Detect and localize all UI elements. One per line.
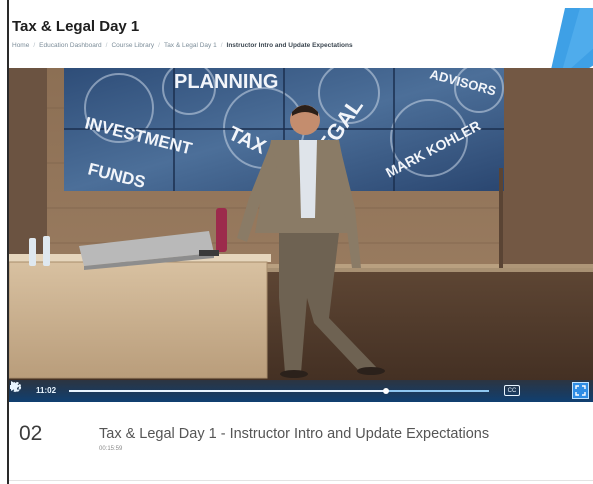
breadcrumb-separator: / <box>158 42 160 49</box>
video-player[interactable]: PLANNING INVESTMENT FUNDS TAX LEGAL MARK… <box>9 68 593 402</box>
gear-icon[interactable] <box>9 380 23 394</box>
breadcrumb-current: Instructor Intro and Update Expectations <box>226 42 353 49</box>
fullscreen-icon <box>575 385 586 396</box>
app-frame: Tax & Legal Day 1 Home / Education Dashboa… <box>0 0 593 484</box>
seek-bar[interactable] <box>69 388 489 394</box>
lesson-number: 02 <box>19 422 43 445</box>
lesson-duration: 00:15:59 <box>99 446 123 452</box>
breadcrumb-separator: / <box>105 42 108 49</box>
breadcrumb-course[interactable]: Tax & Legal Day 1 <box>164 42 217 49</box>
breadcrumb-separator: / <box>220 42 223 49</box>
captions-button[interactable]: CC <box>504 385 520 396</box>
breadcrumb: Home / Education Dashboard / Course Library /… <box>12 42 353 49</box>
seek-bar-progress <box>69 390 387 392</box>
divider <box>9 480 593 481</box>
lesson-info: 02 Tax & Legal Day 1 - Instructor Intro … <box>9 402 593 484</box>
page-title: Tax & Legal Day 1 <box>12 18 140 35</box>
seek-bar-handle[interactable] <box>383 388 390 394</box>
lesson-title: Tax & Legal Day 1 - Instructor Intro and… <box>99 426 490 442</box>
player-controls: 11:02 CC <box>9 380 593 402</box>
breadcrumb-education-dashboard[interactable]: Education Dashboard <box>39 42 102 49</box>
fullscreen-button[interactable] <box>572 382 589 399</box>
page-header: Tax & Legal Day 1 Home / Education Dashboa… <box>12 8 593 96</box>
breadcrumb-home[interactable]: Home <box>12 42 29 49</box>
screen-word-planning: PLANNING <box>174 71 278 93</box>
breadcrumb-separator: / <box>33 42 36 49</box>
playback-time: 11:02 <box>36 386 57 395</box>
breadcrumb-course-library[interactable]: Course Library <box>111 42 154 49</box>
video-frame: PLANNING INVESTMENT FUNDS TAX LEGAL MARK… <box>9 68 593 402</box>
